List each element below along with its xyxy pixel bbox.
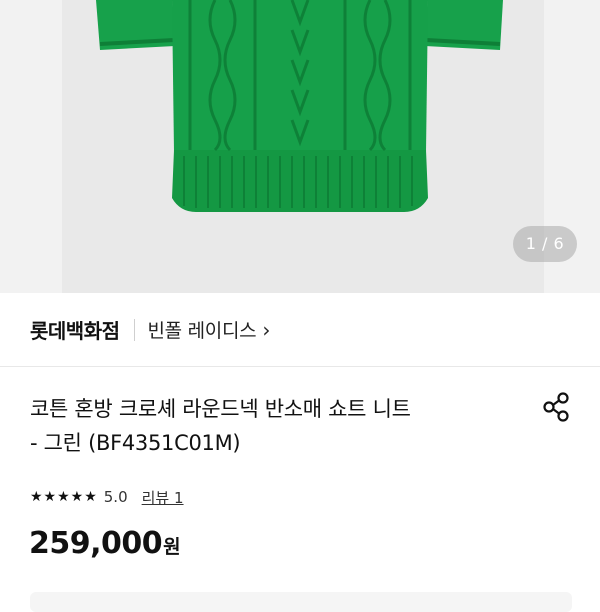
price-amount: 259,000 [29, 526, 163, 561]
price-unit: 원 [163, 536, 181, 558]
share-icon[interactable] [540, 390, 574, 424]
product-title: 코튼 혼방 크로셰 라운드넥 반소매 쇼트 니트 - 그린 (BF4351C01… [30, 392, 530, 460]
rating-score: 5.0 [103, 488, 128, 506]
product-image-gallery[interactable]: 1 / 6 [0, 0, 600, 293]
brand-bar: 롯데백화점 빈폴 레이디스 › [0, 293, 600, 367]
store-name[interactable]: 롯데백화점 [30, 315, 120, 344]
info-box [30, 592, 572, 612]
chevron-right-icon[interactable]: › [262, 318, 270, 342]
brand-divider [133, 318, 135, 341]
rating-row: ★★★★★ 5.0 리뷰 1 [30, 484, 184, 510]
product-image [96, 0, 503, 212]
reviews-link[interactable]: 리뷰 1 [142, 487, 184, 508]
product-title-line2: - 그린 (BF4351C01M) [30, 431, 241, 455]
brand-link[interactable]: 빈폴 레이디스 [148, 316, 257, 343]
image-counter: 1 / 6 [513, 226, 577, 262]
price: 259,000원 [29, 526, 181, 561]
star-rating-icon: ★★★★★ [30, 489, 98, 505]
product-title-line1: 코튼 혼방 크로셰 라운드넥 반소매 쇼트 니트 [30, 397, 411, 421]
